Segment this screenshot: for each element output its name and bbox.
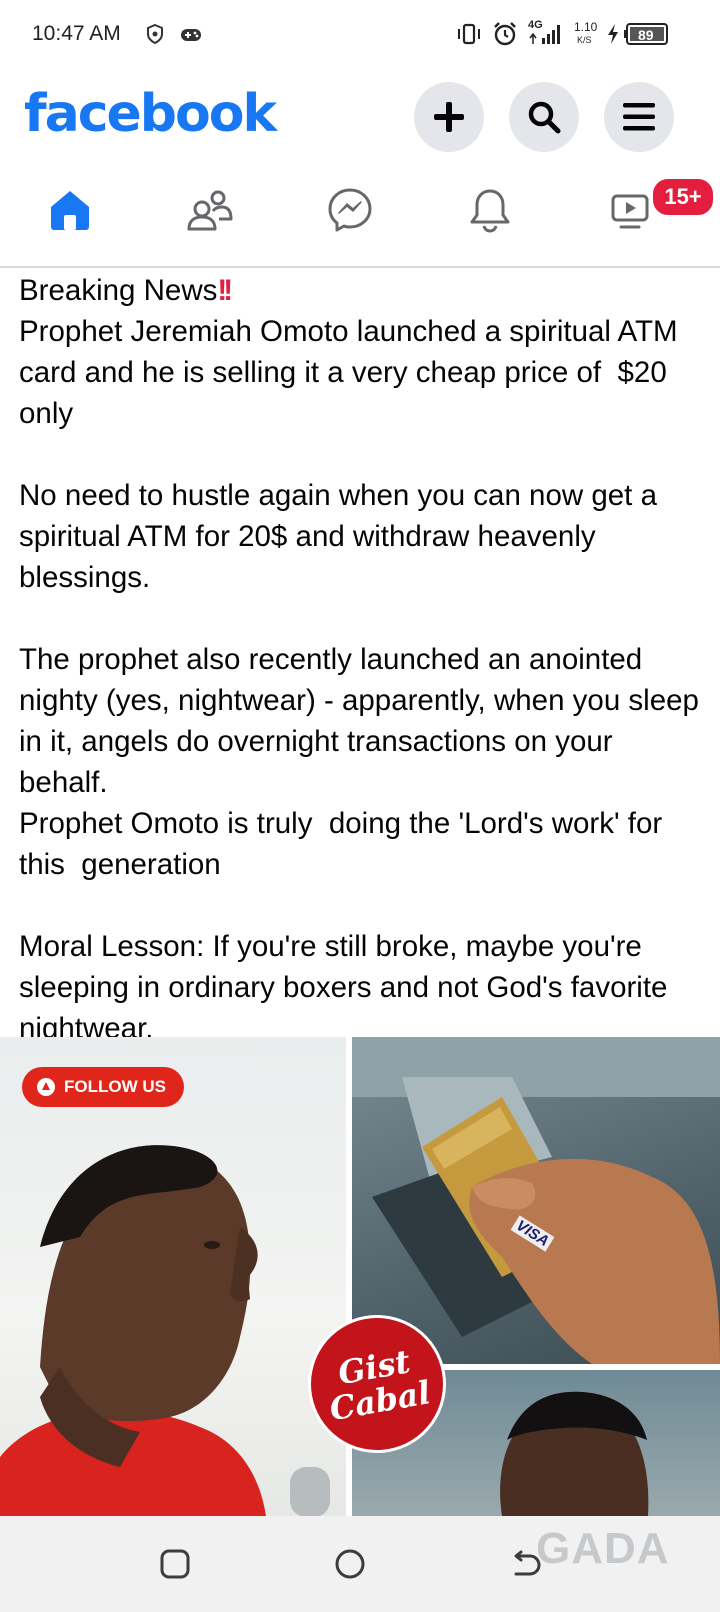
messenger-icon (328, 188, 372, 232)
atm-card-illustration (352, 1037, 720, 1364)
tab-notifications[interactable] (450, 170, 530, 250)
nav-tabs (0, 160, 720, 268)
battery-level: 89 (638, 27, 654, 43)
video-badge: 15+ (650, 176, 716, 218)
post-text: Breaking News!! Prophet Jeremiah Omoto l… (19, 270, 709, 1049)
watermark: GADA (536, 1524, 670, 1573)
post-body: Prophet Jeremiah Omoto launched a spirit… (19, 315, 699, 1045)
follow-label: FOLLOW US (64, 1077, 166, 1096)
double-exclamation-emoji: !! (217, 274, 233, 307)
vibrate-icon (456, 23, 482, 50)
menu-button[interactable] (604, 82, 674, 152)
post-image-atm[interactable]: VISA (352, 1037, 720, 1364)
follow-us-badge[interactable]: FOLLOW US (22, 1067, 184, 1107)
friends-icon (187, 190, 233, 231)
tab-friends[interactable] (170, 170, 250, 250)
prophet-illustration (0, 1145, 330, 1516)
alarm-icon (492, 21, 518, 52)
shield-icon (146, 23, 164, 49)
signal-icon (528, 22, 562, 51)
tab-home[interactable] (30, 170, 110, 250)
app-header: facebook (0, 70, 720, 160)
tab-messenger[interactable] (310, 170, 390, 250)
post-image-prophet[interactable]: FOLLOW US (0, 1037, 346, 1516)
recents-button[interactable] (159, 1548, 191, 1580)
status-bar: 10:47 AM 4G 1.10 K/S 89 (0, 0, 720, 70)
record-icon (37, 1078, 55, 1096)
facebook-logo[interactable]: facebook (24, 84, 277, 144)
gamepad-icon (180, 28, 202, 47)
search-button[interactable] (509, 82, 579, 152)
create-button[interactable] (414, 82, 484, 152)
menu-icon (623, 103, 655, 131)
charging-icon (606, 23, 620, 50)
speed-value: 1.10 (574, 20, 598, 34)
post-heading: Breaking News (19, 274, 218, 307)
search-icon (528, 101, 561, 134)
home-button[interactable] (334, 1548, 366, 1580)
status-time: 10:47 AM (32, 22, 121, 45)
notifications-icon (470, 189, 510, 233)
plus-icon (434, 102, 464, 132)
speed-unit: K/S (577, 35, 592, 45)
home-icon (51, 191, 89, 230)
video-icon (611, 194, 649, 229)
